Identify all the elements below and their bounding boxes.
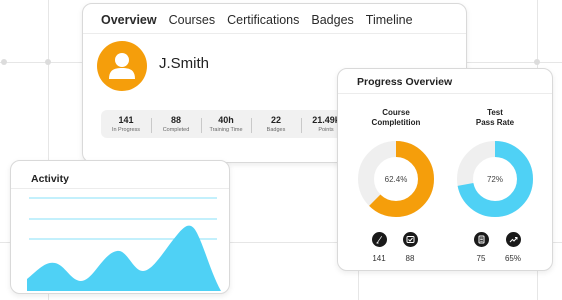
grid-dot xyxy=(534,59,540,65)
course-completion-title-line2: Completition xyxy=(371,118,421,127)
completed-count: 88 xyxy=(405,254,415,263)
stat-completed: 88 Completed xyxy=(151,115,201,134)
grid-dot xyxy=(1,59,7,65)
tests-icon[interactable] xyxy=(474,232,489,247)
course-completion-value: 62.4% xyxy=(384,175,408,184)
stat-value: 88 xyxy=(170,114,181,125)
progress-overview-card: Progress Overview Course Completition 62… xyxy=(337,68,553,271)
activity-card: Activity xyxy=(10,160,230,294)
test-pass-rate-value: 72% xyxy=(486,175,503,184)
course-completion-title-line1: Course xyxy=(382,108,410,117)
stat-value: 22 xyxy=(270,114,281,125)
stat-value: 141 xyxy=(118,114,134,125)
profile-tabs: Overview Courses Certifications Badges T… xyxy=(83,4,466,30)
activity-divider xyxy=(11,188,229,189)
grid-dot xyxy=(45,59,51,65)
stats-bar: 141 In Progress 88 Completed 40h Trainin… xyxy=(101,110,351,138)
tab-timeline[interactable]: Timeline xyxy=(366,13,413,27)
stat-label: In Progress xyxy=(111,126,141,133)
stat-value: 40h xyxy=(218,114,234,125)
stat-in-progress: 141 In Progress xyxy=(101,115,151,134)
tab-certifications[interactable]: Certifications xyxy=(227,13,299,27)
stat-label: Training Time xyxy=(209,126,243,133)
activity-area xyxy=(27,225,221,291)
progress-title: Progress Overview xyxy=(357,76,453,88)
tests-count: 75 xyxy=(476,254,486,263)
trend-up-icon[interactable] xyxy=(506,232,521,247)
activity-chart xyxy=(27,197,221,291)
in-progress-icon[interactable] xyxy=(372,232,387,247)
completed-icon[interactable] xyxy=(403,232,418,247)
tab-overview[interactable]: Overview xyxy=(101,13,157,27)
course-completion-title: Course Completition xyxy=(356,108,436,128)
user-avatar-icon xyxy=(97,41,147,91)
stat-label: Completed xyxy=(162,126,190,133)
tabs-divider xyxy=(83,33,466,34)
grid-line xyxy=(358,268,359,300)
user-name: J.Smith xyxy=(159,55,210,72)
test-pass-rate-title-line2: Pass Rate xyxy=(475,118,515,127)
stat-label: Badges xyxy=(266,126,286,133)
activity-title: Activity xyxy=(31,173,69,185)
test-pass-rate-title-line1: Test xyxy=(487,108,503,117)
tab-courses[interactable]: Courses xyxy=(169,13,216,27)
test-pass-rate-title: Test Pass Rate xyxy=(455,108,535,128)
stat-badges: 22 Badges xyxy=(251,115,301,134)
stat-training-time: 40h Training Time xyxy=(201,115,251,134)
in-progress-count: 141 xyxy=(372,254,386,263)
progress-divider xyxy=(338,93,552,94)
tab-badges[interactable]: Badges xyxy=(311,13,353,27)
trend-count: 65% xyxy=(504,254,521,263)
